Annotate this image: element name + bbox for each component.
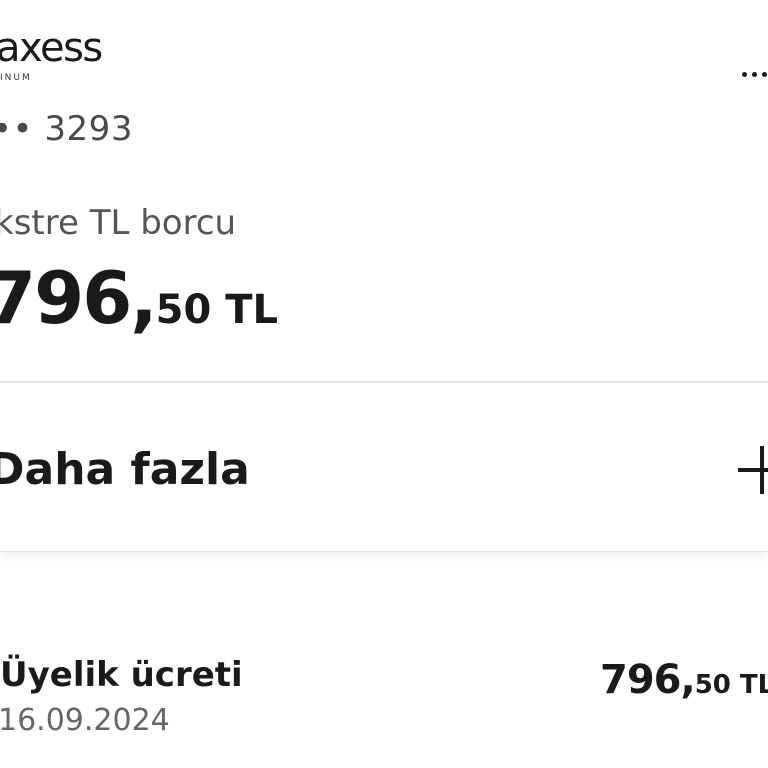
debt-amount: 796,50 TL xyxy=(0,262,278,334)
dot-icon xyxy=(752,72,757,77)
transaction-date: 16.09.2024 xyxy=(0,703,170,738)
debt-label: kstre TL borcu xyxy=(0,203,237,243)
dot-icon xyxy=(742,72,747,77)
transaction-amount-rest: 50 TL xyxy=(694,670,768,700)
debt-amount-whole: 796, xyxy=(0,256,158,340)
plus-icon[interactable] xyxy=(738,446,768,494)
card-number: •• 3293 xyxy=(0,109,133,149)
brand-logo: axess xyxy=(0,25,103,71)
transaction-amount-whole: 796, xyxy=(600,657,696,703)
dot-icon xyxy=(762,72,767,77)
brand-subtitle: INUM xyxy=(0,73,32,83)
transaction-title: Üyelik ücreti xyxy=(0,655,243,695)
debt-amount-rest: 50 TL xyxy=(155,287,279,333)
transaction-amount: 796,50 TL xyxy=(600,660,768,700)
section-divider xyxy=(0,381,768,383)
more-options-button[interactable] xyxy=(740,60,768,90)
more-label[interactable]: Daha fazla xyxy=(0,448,250,492)
